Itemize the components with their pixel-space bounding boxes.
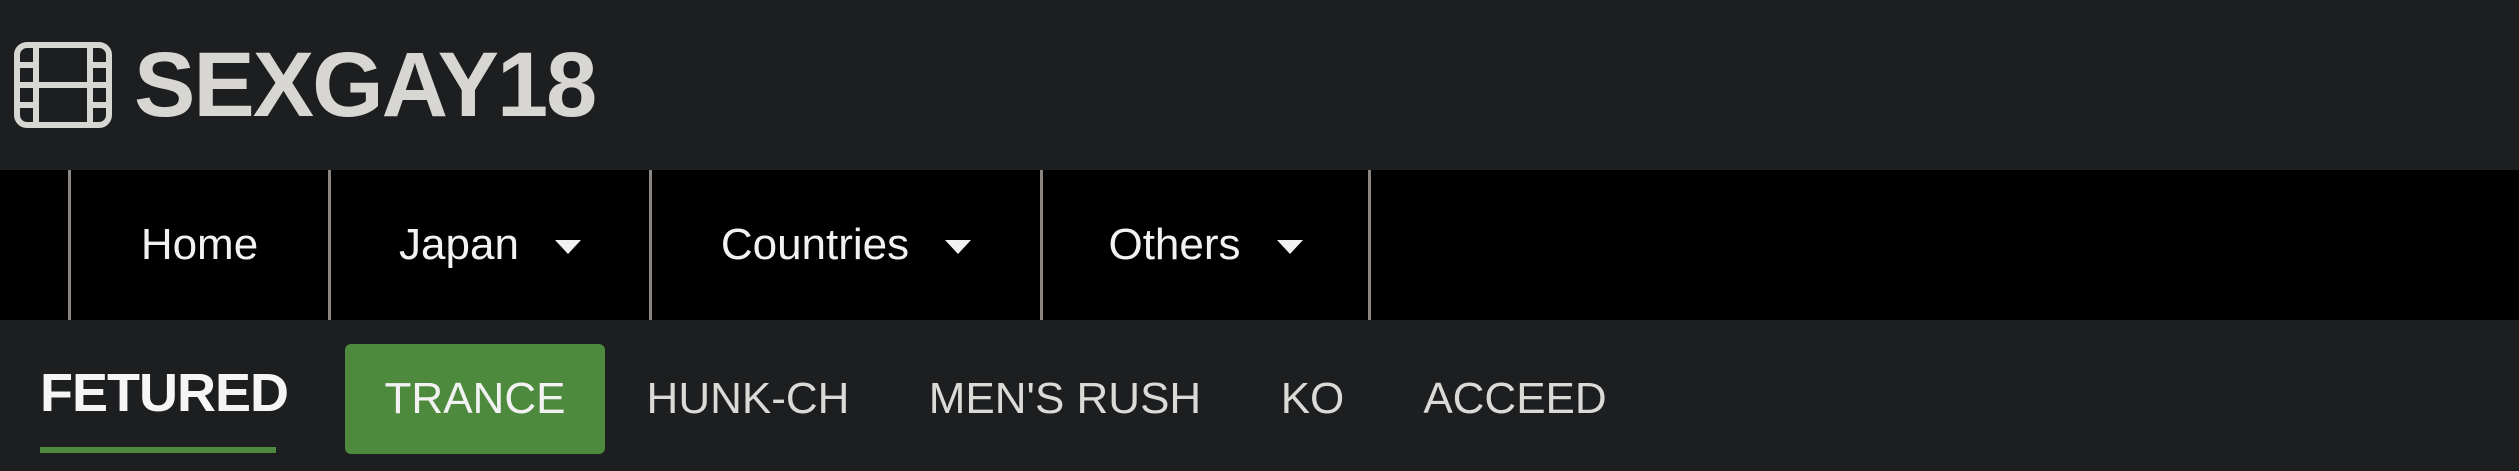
tab-ko[interactable]: KO <box>1265 344 1360 454</box>
nav-item-label: Countries <box>720 220 910 269</box>
nav-menu: Home Japan Countries Others <box>68 170 1371 320</box>
site-header: SEXGAY18 <box>0 0 2519 170</box>
tab-label: MEN'S RUSH <box>928 374 1202 423</box>
tab-label: ACCEED <box>1423 374 1607 423</box>
site-name: SEXGAY18 <box>134 34 597 136</box>
nav-item-label: Home <box>140 220 259 269</box>
caret-down-icon <box>1276 240 1303 254</box>
tab-label: HUNK-CH <box>646 374 850 423</box>
featured-underline <box>40 447 276 453</box>
tab-mens-rush[interactable]: MEN'S RUSH <box>915 344 1215 454</box>
nav-item-japan[interactable]: Japan <box>331 170 652 320</box>
tab-label: TRANCE <box>384 374 566 423</box>
nav-item-label: Japan <box>399 220 519 269</box>
main-navbar: Home Japan Countries Others <box>0 170 2519 320</box>
tab-trance[interactable]: TRANCE <box>345 344 605 454</box>
tab-hunk-ch[interactable]: HUNK-CH <box>633 344 863 454</box>
nav-item-home[interactable]: Home <box>71 170 331 320</box>
featured-heading: FETURED <box>40 363 289 423</box>
nav-item-others[interactable]: Others <box>1043 170 1371 320</box>
nav-item-countries[interactable]: Countries <box>652 170 1043 320</box>
featured-tabs-bar: FETURED TRANCE HUNK-CH MEN'S RUSH KO ACC… <box>0 320 2519 471</box>
film-icon <box>14 42 112 128</box>
tab-acceed[interactable]: ACCEED <box>1415 344 1615 454</box>
site-logo[interactable]: SEXGAY18 <box>14 30 597 140</box>
tab-label: KO <box>1280 374 1345 423</box>
caret-down-icon <box>554 240 581 254</box>
nav-item-label: Others <box>1108 220 1241 269</box>
caret-down-icon <box>945 240 972 254</box>
